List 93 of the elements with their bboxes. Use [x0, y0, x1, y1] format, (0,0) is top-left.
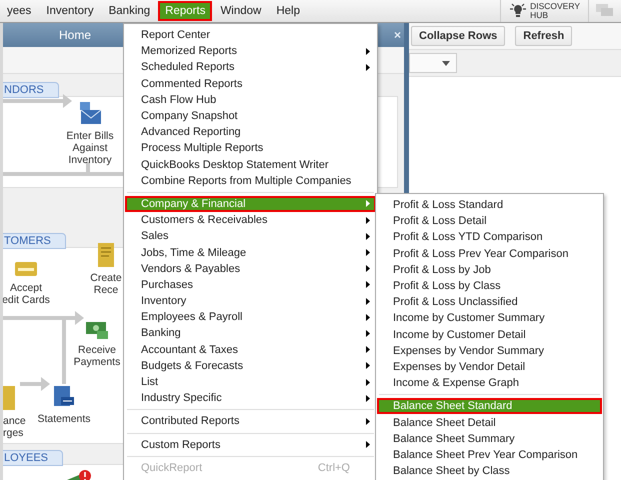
- envelope-icon[interactable]: [77, 100, 103, 126]
- workflow-label[interactable]: Accept: [10, 282, 42, 294]
- caret-icon: [442, 60, 450, 66]
- menu-item[interactable]: Expenses by Vendor Summary: [377, 342, 602, 359]
- section-tab[interactable]: LOYEES: [3, 450, 64, 466]
- workflow-label[interactable]: Against: [72, 142, 108, 154]
- statement-icon[interactable]: [53, 385, 75, 409]
- menu-item[interactable]: Budgets & Forecasts: [125, 358, 376, 374]
- menu-item[interactable]: Profit & Loss by Class: [377, 278, 602, 294]
- toolbar-button[interactable]: Refresh: [515, 26, 572, 46]
- menu-item[interactable]: QuickBooks Desktop Statement Writer: [125, 156, 376, 173]
- menu-item[interactable]: Vendors & Payables: [125, 260, 376, 277]
- menu-item[interactable]: Employees & Payroll: [125, 309, 376, 326]
- menu-item[interactable]: Sales: [125, 228, 376, 244]
- menu-item[interactable]: Commented Reports: [125, 76, 376, 92]
- receipt-icon[interactable]: [96, 242, 116, 268]
- menu-item[interactable]: Advanced Reporting: [125, 124, 376, 140]
- menu-item[interactable]: Profit & Loss Prev Year Comparison: [377, 246, 602, 262]
- menu-item[interactable]: Balance Sheet Detail: [377, 414, 602, 431]
- submenu-arrow-icon: [366, 346, 370, 354]
- menu-item[interactable]: Purchases: [125, 276, 376, 293]
- workflow-label[interactable]: rges: [3, 427, 24, 439]
- menu-item[interactable]: Expenses by Vendor Detail: [377, 358, 602, 376]
- menu-item[interactable]: Balance Sheet by Class: [377, 463, 602, 480]
- menu-item[interactable]: Combine Reports from Multiple Companies: [125, 172, 376, 189]
- toolbar-button[interactable]: Collapse Rows: [411, 26, 506, 46]
- menu-item[interactable]: Balance Sheet Standard: [377, 391, 602, 414]
- menu-item[interactable]: Income by Customer Detail: [377, 326, 602, 343]
- menu-item[interactable]: yees: [0, 1, 38, 21]
- workflow-label[interactable]: ance: [3, 415, 26, 427]
- window-title: Home: [59, 28, 92, 42]
- discovery-hub-button[interactable]: DISCOVERY HUB: [500, 0, 589, 22]
- menu-item[interactable]: Banking: [102, 1, 158, 21]
- workflow-label[interactable]: Enter Bills: [66, 130, 114, 142]
- submenu-arrow-icon: [366, 362, 370, 370]
- menu-item[interactable]: Income by Customer Summary: [377, 310, 602, 326]
- submenu-arrow-icon: [366, 298, 370, 305]
- workflow-label[interactable]: Statements: [37, 413, 91, 425]
- submenu-arrow-icon: [366, 314, 370, 321]
- submenu-arrow-icon: [366, 418, 370, 425]
- submenu-arrow-icon: [366, 232, 370, 240]
- menu-item[interactable]: Profit & Loss Detail: [377, 213, 602, 230]
- menu-item[interactable]: List: [125, 374, 376, 390]
- submenu-arrow-icon: [366, 378, 370, 386]
- section-tab[interactable]: TOMERS: [3, 233, 66, 249]
- workflow-label[interactable]: Receive: [78, 344, 116, 356]
- menu-item[interactable]: Jobs, Time & Mileage: [125, 244, 376, 261]
- menu-item[interactable]: Contributed Reports: [125, 406, 376, 430]
- submenu-arrow-icon: [366, 265, 370, 272]
- submenu-arrow-icon: [366, 64, 370, 71]
- menu-item[interactable]: Accountant & Taxes: [125, 342, 376, 358]
- menu-item[interactable]: Industry Specific: [125, 390, 376, 406]
- menu-item[interactable]: Company Snapshot: [125, 108, 376, 124]
- menu-item[interactable]: Inventory: [125, 293, 376, 310]
- money-icon[interactable]: [85, 320, 109, 340]
- menu-item[interactable]: Cash Flow Hub: [125, 92, 376, 108]
- workflow-label[interactable]: Rece: [94, 284, 118, 296]
- menu-item[interactable]: Balance Sheet Summary: [377, 430, 602, 447]
- paycheck-alert-icon[interactable]: [65, 470, 91, 480]
- submenu-arrow-icon: [366, 441, 370, 448]
- workflow-label[interactable]: Payments: [74, 356, 120, 368]
- submenu-arrow-icon: [366, 394, 370, 402]
- submenu-arrow-icon: [366, 216, 370, 224]
- lightbulb-icon: [509, 3, 528, 19]
- menu-item[interactable]: Report Center: [125, 27, 376, 44]
- submenu-arrow-icon: [366, 249, 370, 256]
- menu-item[interactable]: Help: [269, 1, 308, 21]
- menu-item[interactable]: Memorized Reports: [125, 43, 376, 60]
- submenu-arrow-icon: [366, 48, 370, 55]
- menu-item[interactable]: Profit & Loss Unclassified: [377, 294, 602, 310]
- menu-item[interactable]: Reports: [158, 1, 212, 21]
- workflow-label[interactable]: Create: [90, 272, 122, 284]
- menu-item[interactable]: Balance Sheet Prev Year Comparison: [377, 446, 602, 463]
- menu-item[interactable]: Income & Expense Graph: [377, 375, 602, 392]
- menu-item[interactable]: Process Multiple Reports: [125, 140, 376, 156]
- menu-item[interactable]: Profit & Loss YTD Comparison: [377, 229, 602, 246]
- menu-item[interactable]: Custom Reports: [125, 430, 376, 453]
- section-tab[interactable]: NDORS: [3, 82, 59, 98]
- menu-item[interactable]: Profit & Loss Standard: [377, 197, 602, 214]
- menu-item[interactable]: Inventory: [39, 1, 101, 21]
- menu-item[interactable]: Profit & Loss by Job: [377, 262, 602, 278]
- flow-connector: [62, 320, 66, 384]
- menu-item[interactable]: Customers & Receivables: [125, 212, 376, 228]
- menu-item[interactable]: Window: [213, 1, 268, 21]
- workflow-label[interactable]: Inventory: [68, 154, 112, 166]
- submenu-arrow-icon: [366, 200, 370, 208]
- submenu-arrow-icon: [366, 281, 370, 288]
- menu-item[interactable]: Company & Financial: [125, 188, 376, 212]
- flow-arrow: [20, 377, 50, 391]
- flow-arrow: [3, 94, 72, 108]
- submenu-arrow-icon: [366, 330, 370, 337]
- menu-item[interactable]: Banking: [125, 325, 376, 342]
- dropdown[interactable]: [409, 53, 457, 73]
